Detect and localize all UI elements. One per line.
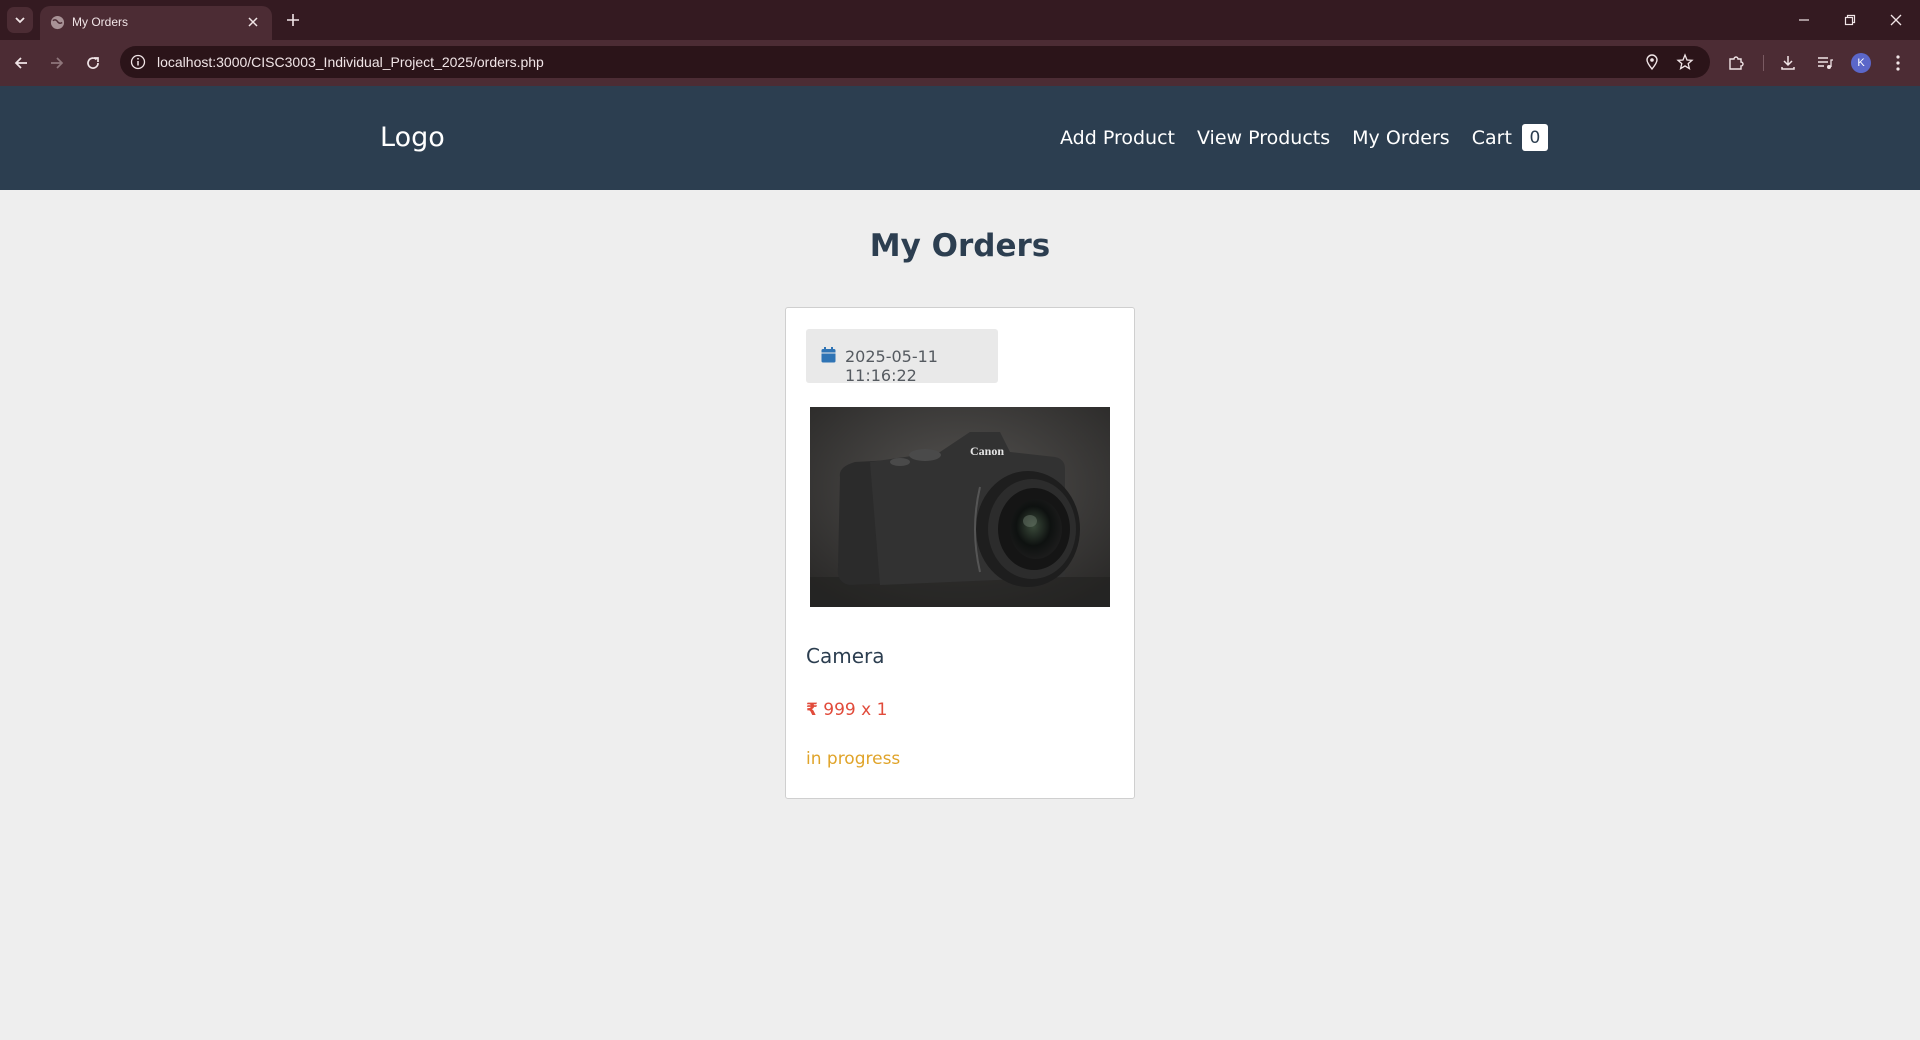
arrow-left-icon (14, 57, 27, 69)
profile-avatar[interactable]: K (1851, 53, 1871, 73)
media-controls-button[interactable] (1814, 52, 1836, 74)
rupee-icon: ₹ (806, 700, 818, 720)
nav-view-products[interactable]: View Products (1197, 127, 1330, 149)
calendar-icon (821, 347, 836, 363)
browser-tab-bar: My Orders (0, 0, 1920, 40)
bookmark-star-icon[interactable] (1676, 53, 1694, 71)
more-vertical-icon (1896, 55, 1900, 71)
nav-my-orders[interactable]: My Orders (1352, 127, 1450, 149)
restore-icon (1844, 14, 1856, 26)
forward-button[interactable] (44, 50, 70, 76)
reload-icon (87, 57, 99, 69)
order-date: 2025-05-11 11:16:22 (845, 347, 938, 385)
browser-toolbar: localhost:3000/CISC3003_Individual_Proje… (0, 40, 1920, 86)
site-logo[interactable]: Logo (380, 122, 445, 153)
reload-button[interactable] (80, 50, 106, 76)
back-button[interactable] (8, 50, 34, 76)
browser-tab[interactable]: My Orders (40, 6, 272, 40)
new-tab-button[interactable] (282, 9, 304, 31)
price-quantity: 999 x 1 (823, 700, 888, 720)
toolbar-divider (1763, 55, 1764, 71)
product-name: Camera (806, 644, 885, 668)
close-icon (248, 17, 258, 27)
chevron-down-icon (15, 17, 25, 24)
minimize-button[interactable] (1792, 8, 1816, 32)
plus-icon (287, 14, 299, 26)
order-status: in progress (806, 749, 901, 769)
nav-add-product[interactable]: Add Product (1060, 127, 1175, 149)
url-text[interactable]: localhost:3000/CISC3003_Individual_Proje… (157, 54, 544, 70)
page-title: My Orders (869, 228, 1051, 264)
tab-title: My Orders (72, 15, 129, 29)
tab-close-button[interactable] (244, 13, 262, 31)
puzzle-icon (1729, 56, 1744, 70)
order-card: 2025-05-11 11:16:22 Canon Camera ₹ 999 x… (785, 307, 1135, 799)
tab-search-button[interactable] (7, 7, 33, 33)
browser-menu-button[interactable] (1887, 52, 1909, 74)
close-window-button[interactable] (1884, 8, 1908, 32)
extensions-button[interactable] (1725, 52, 1747, 74)
location-pin-icon[interactable] (1643, 53, 1661, 71)
cart-label: Cart (1471, 126, 1512, 149)
order-price: ₹ 999 x 1 (806, 700, 887, 720)
product-image-camera: Canon (810, 407, 1110, 607)
download-icon (1781, 56, 1795, 70)
nav-cart[interactable]: Cart 0 (1472, 124, 1548, 151)
restore-button[interactable] (1838, 8, 1862, 32)
playlist-icon (1818, 57, 1833, 69)
main-nav: Add Product View Products My Orders Cart… (1060, 124, 1548, 151)
close-icon (1890, 14, 1902, 26)
downloads-button[interactable] (1777, 52, 1799, 74)
cart-count-badge: 0 (1521, 124, 1548, 151)
address-bar[interactable]: localhost:3000/CISC3003_Individual_Proje… (120, 46, 1710, 78)
camera-brand-text: Canon (970, 444, 1004, 458)
order-date-chip: 2025-05-11 11:16:22 (806, 329, 998, 385)
site-info-icon[interactable] (130, 54, 146, 70)
minimize-icon (1799, 19, 1809, 21)
site-header: Logo Add Product View Products My Orders… (0, 86, 1920, 190)
arrow-right-icon (51, 57, 64, 69)
globe-icon (50, 15, 65, 30)
